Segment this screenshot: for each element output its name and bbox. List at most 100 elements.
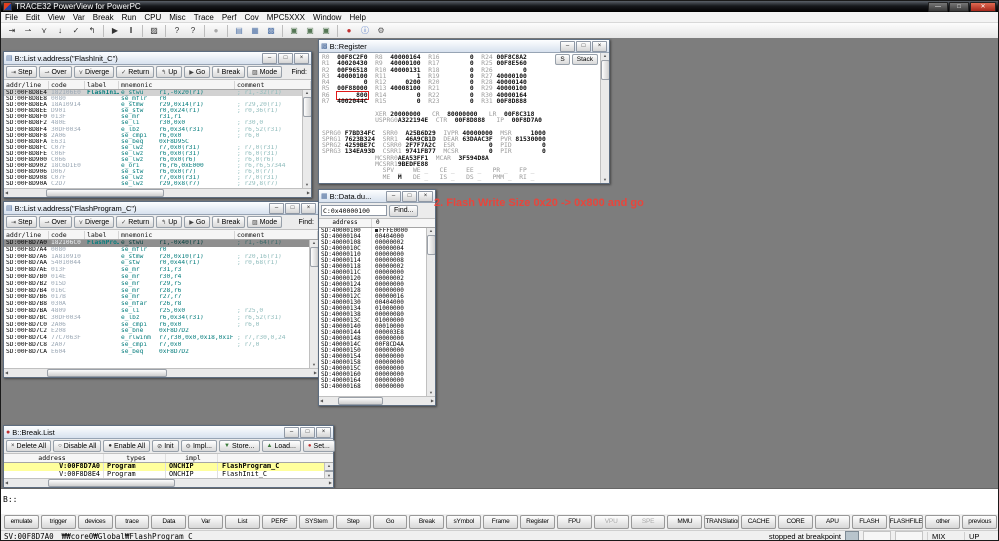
softkey-data[interactable]: Data — [151, 515, 187, 529]
step-over-icon[interactable]: ⇀ — [21, 25, 35, 37]
code-row[interactable]: SD:00F8D7B0 014E se_mr r30,r4 — [4, 274, 309, 281]
scroll-up-icon[interactable]: ▲ — [312, 240, 316, 246]
minimize-button[interactable]: ‒ — [386, 190, 401, 202]
break-titlebar[interactable]: ● B::Break.List ‒ □ × — [4, 426, 333, 439]
register-window-icon[interactable]: ▩ — [264, 25, 278, 37]
close-button[interactable]: × — [316, 426, 331, 438]
menu-var[interactable]: Var — [69, 13, 89, 22]
break-set-button[interactable]: ● Set... — [302, 440, 335, 452]
code-row[interactable]: SD:00F8D7B4 016C se_mr r28,r6 — [4, 288, 309, 295]
minimize-button[interactable]: ‒ — [560, 40, 575, 52]
softkey-system[interactable]: SYStem — [298, 515, 334, 529]
menu-cov[interactable]: Cov — [241, 13, 263, 22]
softkey-register[interactable]: Register — [520, 515, 555, 529]
softkey-flash[interactable]: FLASH — [851, 515, 887, 529]
softkey-frame[interactable]: Frame — [483, 515, 519, 529]
code-row[interactable]: SD:00F8D7AE 013F se_mr r31,r3 — [4, 267, 309, 274]
flashprogram-diverge-button[interactable]: ⋎ Diverge — [73, 216, 115, 228]
flashinit-up-button[interactable]: ↰ Up — [156, 66, 183, 78]
code-row[interactable]: SD:00F8D7A6 1A810910 e_stmw r20,0x10(r1) ; r… — [4, 254, 309, 261]
break-disable-all-button[interactable]: ○ Disable All — [53, 440, 102, 452]
scroll-thumb[interactable] — [337, 397, 384, 405]
softkey-apu[interactable]: APU — [814, 515, 850, 529]
help-icon[interactable]: ? — [170, 25, 184, 37]
flashprogram-break-button[interactable]: ‖ Break — [212, 216, 245, 228]
break-delete-all-button[interactable]: × Delete All — [6, 440, 52, 452]
softkey-cache[interactable]: CACHE — [741, 515, 777, 529]
info-icon[interactable]: ⓘ — [358, 25, 372, 37]
code-row[interactable]: SD:00F8D7CA E604 se_beq 0xF8D7D2 — [4, 349, 309, 356]
stack-button[interactable]: Stack — [571, 54, 598, 65]
softkey-devices[interactable]: devices — [77, 515, 113, 529]
breakpoint-row[interactable]: V:00F8D7A0 Program ONCHIP FlashProgram_C — [4, 463, 333, 471]
code-row[interactable]: SD:00F8D90C77A6077F e_rlwinmr6,r29,0x0,0x… — [4, 188, 302, 189]
flashinit-step-button[interactable]: ⇥ Step — [6, 66, 38, 78]
menu-cpu[interactable]: CPU — [140, 13, 165, 22]
scroll-left-icon[interactable]: ◀ — [5, 190, 8, 196]
return-icon[interactable]: ✓ — [69, 25, 83, 37]
flashprogram-up-button[interactable]: ↰ Up — [156, 216, 183, 228]
scroll-up-icon[interactable]: ▲ — [429, 228, 433, 234]
menu-run[interactable]: Run — [118, 13, 141, 22]
scroll-right-icon[interactable]: ▶ — [314, 370, 317, 376]
scroll-thumb[interactable] — [324, 470, 333, 472]
softkey-break[interactable]: Break — [409, 515, 445, 529]
code-row[interactable]: SD:00F8D7C0 2A06 se_cmpi r6,0x0 ; r6,0 — [4, 322, 309, 329]
flashinit-break-button[interactable]: ‖ Break — [212, 66, 245, 78]
softkey-other[interactable]: other — [925, 515, 961, 529]
softkey-translation[interactable]: TRANSlation — [704, 515, 740, 529]
close-button[interactable]: × — [294, 52, 309, 64]
register-titlebar[interactable]: ▩ B::Register ‒ □ × — [319, 40, 609, 53]
softkey-flashfile[interactable]: FLASHFILE — [888, 515, 924, 529]
scroll-left-icon[interactable]: ◀ — [5, 370, 8, 376]
maximize-button[interactable]: □ — [576, 40, 591, 52]
code-row[interactable]: SD:00F8D7B6 017B se_mr r27,r7 — [4, 294, 309, 301]
scroll-down-icon[interactable]: ▼ — [603, 177, 607, 183]
step-into-icon[interactable]: ↓ — [53, 25, 67, 37]
code-row[interactable]: SD:00F8D7C4 77C7063F e_rlwinm r7,r30,0x0,0x… — [4, 335, 309, 342]
minimize-button[interactable]: ‒ — [262, 52, 277, 64]
code-row[interactable]: SD:00F8D7AA 54010044 e_stw r0,0x44(r1) ; r0,… — [4, 260, 309, 267]
break-enable-all-button[interactable]: ● Enable All — [103, 440, 151, 452]
horizontal-scrollbar[interactable]: ◀ ▶ — [4, 478, 333, 487]
flashinit-diverge-button[interactable]: ⋎ Diverge — [73, 66, 115, 78]
softkey-symbol[interactable]: sYmbol — [446, 515, 482, 529]
scroll-thumb[interactable] — [48, 479, 175, 487]
break-store-button[interactable]: ▼ Store... — [219, 440, 260, 452]
flashprogram-return-button[interactable]: ✓ Return — [116, 216, 155, 228]
mode-icon[interactable]: ▨ — [147, 25, 161, 37]
flashprogram-step-button[interactable]: ⇥ Step — [6, 216, 38, 228]
chip3-icon[interactable]: ▣ — [319, 25, 333, 37]
code-row[interactable]: SD:00F8D7B8 030A se_mfar r26,r8 — [4, 301, 309, 308]
flashprogram-titlebar[interactable]: ▤ B::List v.address("FlashProgram_C") ‒ □… — [4, 202, 318, 215]
maximize-button[interactable]: □ — [300, 426, 315, 438]
flashinit-titlebar[interactable]: ▤ B::List v.address("FlashInit_C") ‒ □ × — [4, 52, 311, 65]
softkey-step[interactable]: Step — [335, 515, 371, 529]
code-row[interactable]: SD:00F8D7BA 4809 se_li r25,0x0 ; r25,0 — [4, 308, 309, 315]
scroll-left-icon[interactable]: ◀ — [5, 480, 8, 486]
scroll-up-icon[interactable]: ▲ — [603, 53, 607, 59]
close-button[interactable]: × — [301, 202, 316, 214]
softkey-perf[interactable]: PERF — [262, 515, 297, 529]
softkey-mmu[interactable]: MMU — [667, 515, 703, 529]
scroll-thumb[interactable] — [46, 369, 168, 377]
vertical-scrollbar[interactable]: ▲ ▼ — [309, 240, 318, 368]
tools-icon[interactable]: ⚙ — [374, 25, 388, 37]
vertical-scrollbar[interactable]: ▲ ▼ — [600, 53, 609, 183]
menu-break[interactable]: Break — [89, 13, 118, 22]
sp-button[interactable]: S — [555, 54, 570, 65]
softkey-trigger[interactable]: trigger — [40, 515, 76, 529]
scroll-thumb[interactable] — [45, 189, 164, 197]
scroll-down-icon[interactable]: ▼ — [305, 182, 309, 188]
softkey-previous[interactable]: previous — [962, 515, 998, 529]
flashinit-go-button[interactable]: ▶ Go — [184, 66, 211, 78]
softkey-var[interactable]: Var — [188, 515, 224, 529]
dump-titlebar[interactable]: ▦ B::Data.du... ‒ □ × — [319, 190, 435, 203]
record-icon[interactable]: ● — [209, 25, 223, 37]
menu-misc[interactable]: Misc — [165, 13, 189, 22]
chip2-icon[interactable]: ▣ — [303, 25, 317, 37]
dump-row[interactable]: SD:40000168 00000000 — [319, 384, 426, 390]
break-impl-button[interactable]: ⚙ Impl... — [180, 440, 217, 452]
break-icon[interactable]: ‖ — [124, 25, 138, 37]
close-button[interactable]: × — [418, 190, 433, 202]
